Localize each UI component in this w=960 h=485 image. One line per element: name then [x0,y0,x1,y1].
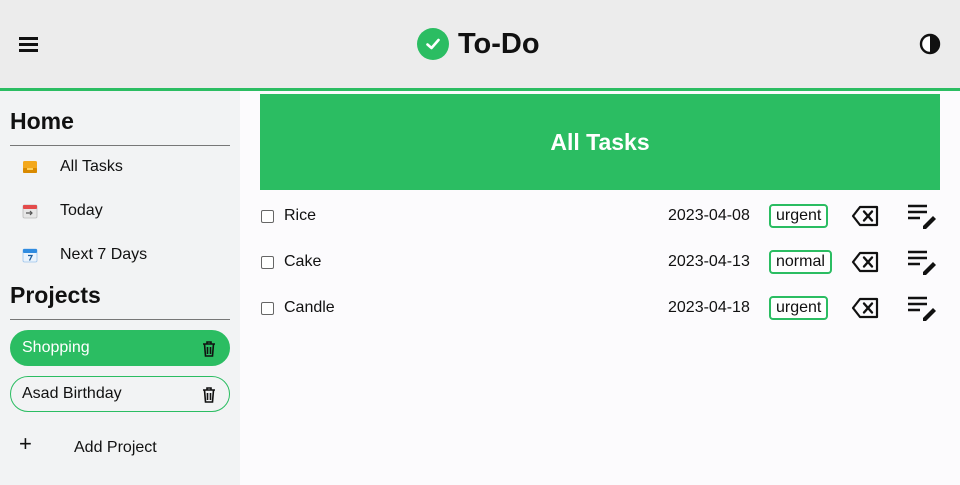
sidebar: Home All Tasks Today Next 7 Days Project… [0,91,240,485]
page-banner: All Tasks [260,94,940,190]
task-priority-badge: urgent [769,204,829,228]
sidebar-item-label: All Tasks [60,158,123,175]
edit-note-icon[interactable] [907,294,937,322]
task-checkbox[interactable] [261,302,274,315]
contrast-icon[interactable] [919,33,941,55]
app-title: To-Do [458,27,540,60]
hamburger-menu-icon[interactable] [19,34,39,54]
plus-icon: + [19,431,32,456]
task-priority-badge: normal [769,250,832,274]
projects-divider [10,319,230,320]
sidebar-item-today[interactable]: Today [10,193,230,229]
task-row: Rice 2023-04-08 urgent [260,198,940,234]
projects-section-title: Projects [10,282,101,308]
calendar-week-icon [22,248,38,263]
sidebar-item-label: Next 7 Days [60,246,148,263]
inbox-tray-icon [23,161,37,173]
backspace-delete-icon[interactable] [851,205,879,227]
app-header: To-Do [0,0,960,91]
trash-icon[interactable] [201,386,217,404]
sidebar-item-all-tasks[interactable]: All Tasks [10,149,230,185]
task-name: Cake [284,253,322,270]
task-row: Cake 2023-04-13 normal [260,244,940,280]
backspace-delete-icon[interactable] [851,251,879,273]
task-checkbox[interactable] [261,210,274,223]
edit-note-icon[interactable] [907,202,937,230]
calendar-today-icon [22,204,38,219]
app-brand: To-Do [417,27,540,61]
task-date: 2023-04-08 [668,207,750,224]
edit-note-icon[interactable] [907,248,937,276]
home-section-title: Home [10,108,74,134]
project-label: Asad Birthday [22,385,122,402]
task-row: Candle 2023-04-18 urgent [260,290,940,326]
task-date: 2023-04-13 [668,253,750,270]
task-priority-badge: urgent [769,296,829,320]
task-name: Candle [284,299,335,316]
backspace-delete-icon[interactable] [851,297,879,319]
check-circle-icon [417,28,449,60]
add-project-label: Add Project [74,439,157,456]
main-content: All Tasks Rice 2023-04-08 urgent Cake 20… [240,91,960,485]
project-label: Shopping [22,339,90,356]
project-item-shopping[interactable]: Shopping [10,330,230,366]
task-date: 2023-04-18 [668,299,750,316]
trash-icon[interactable] [201,340,217,358]
task-checkbox[interactable] [261,256,274,269]
project-item-asad-birthday[interactable]: Asad Birthday [10,376,230,412]
home-divider [10,145,230,146]
sidebar-item-next-7-days[interactable]: Next 7 Days [10,237,230,273]
sidebar-item-label: Today [60,202,103,219]
add-project-button[interactable]: + Add Project [10,429,230,467]
page-title: All Tasks [550,128,650,155]
task-name: Rice [284,207,317,224]
